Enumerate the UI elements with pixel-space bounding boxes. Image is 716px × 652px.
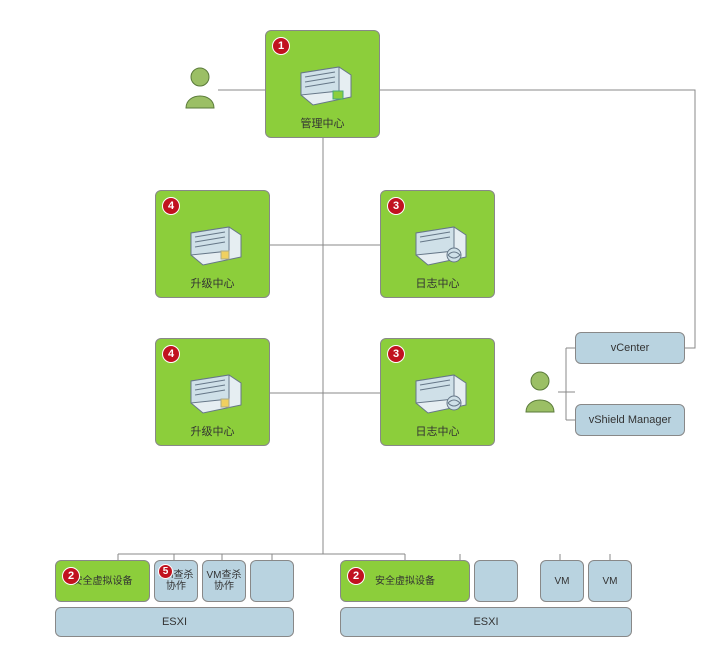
node-label: 日志中心 [416, 423, 460, 439]
node-vm-2: VM [588, 560, 632, 602]
badge: 3 [387, 197, 405, 215]
badge: 4 [162, 345, 180, 363]
node-upgrade-2: 4 升级中心 [155, 338, 270, 446]
user-icon [522, 370, 558, 414]
badge: 2 [62, 567, 80, 585]
node-hidden-1 [474, 560, 518, 602]
node-upgrade-1: 4 升级中心 [155, 190, 270, 298]
node-label: 安全虚拟设备 [375, 576, 435, 587]
node-log-1: 3 日志中心 [380, 190, 495, 298]
server-icon [408, 373, 468, 415]
node-label: 升级中心 [191, 275, 235, 291]
node-label: 日志中心 [416, 275, 460, 291]
node-extra-1 [250, 560, 294, 602]
node-mgmt-center: 1 管理中心 [265, 30, 380, 138]
node-log-2: 3 日志中心 [380, 338, 495, 446]
node-label: VM [603, 576, 618, 587]
node-label: VM [555, 576, 570, 587]
node-esxi-2: ESXI [340, 607, 632, 637]
node-label: 管理中心 [301, 115, 345, 131]
server-icon [183, 225, 243, 267]
node-label: VM查杀协作 [205, 570, 243, 592]
server-icon [408, 225, 468, 267]
node-label: 安全虚拟设备 [73, 576, 133, 587]
node-label: ESXI [473, 616, 498, 628]
badge: 1 [272, 37, 290, 55]
badge: 2 [347, 567, 365, 585]
node-secdev-1: 2 安全虚拟设备 [55, 560, 150, 602]
node-vm-1: VM [540, 560, 584, 602]
node-label: vShield Manager [589, 414, 672, 426]
node-esxi-1: ESXI [55, 607, 294, 637]
badge: 5 [158, 564, 173, 579]
node-vshield: vShield Manager [575, 404, 685, 436]
badge: 4 [162, 197, 180, 215]
node-label: ESXI [162, 616, 187, 628]
node-label: vCenter [611, 342, 650, 354]
node-secdev-2: 2 安全虚拟设备 [340, 560, 470, 602]
node-vcenter: vCenter [575, 332, 685, 364]
badge: 3 [387, 345, 405, 363]
server-icon [183, 373, 243, 415]
user-icon [182, 66, 218, 110]
node-vmkill-1: 5 VM查杀协作 [154, 560, 198, 602]
server-icon [293, 65, 353, 107]
node-label: 升级中心 [191, 423, 235, 439]
node-vmkill-2: VM查杀协作 [202, 560, 246, 602]
